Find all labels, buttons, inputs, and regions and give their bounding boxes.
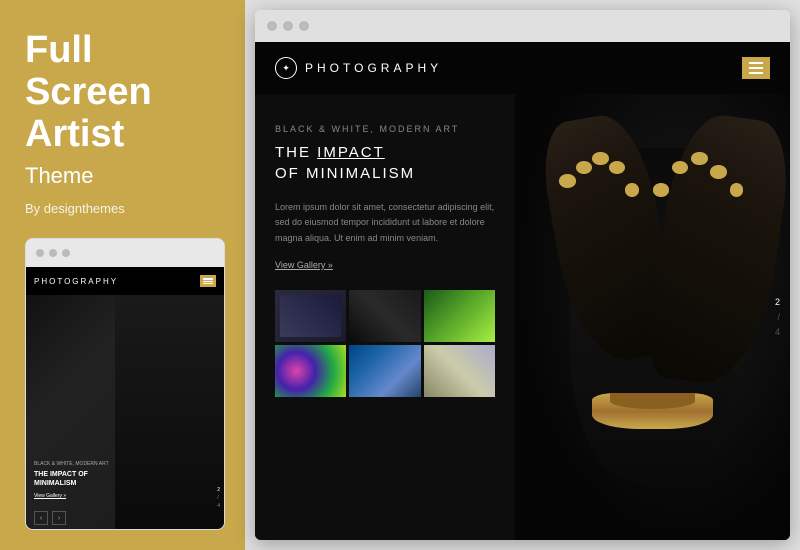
gallery-thumb-2[interactable]: [349, 290, 420, 342]
content-body: Lorem ipsum dolor sit amet, consectetur …: [275, 200, 495, 246]
hamburger-line-1: [749, 62, 763, 64]
gallery-grid: [275, 290, 495, 397]
thumb-content-4: [275, 345, 346, 397]
nail-left-1: [559, 174, 576, 187]
main-browser-body: ✦ PhOTOGRAPHY black & white, modern art: [255, 42, 790, 540]
left-panel: FullScreenArtist Theme By designthemes P…: [0, 0, 245, 550]
mini-browser-preview: PhOTOGRAPHY black & white, modern art TH…: [25, 238, 225, 530]
title-the: THE IMPACT: [275, 144, 385, 161]
mini-page-num-4: 4: [217, 503, 220, 509]
mini-logo: PhOTOGRAPHY: [34, 277, 118, 286]
content-column: black & white, modern art THE IMPACT OF …: [255, 94, 515, 540]
mini-page-num-2: 2: [217, 487, 220, 493]
main-dot-3: [299, 21, 309, 31]
hamburger-icon: [749, 62, 763, 74]
page-4[interactable]: 4: [775, 327, 780, 337]
mini-browser-content: PhOTOGRAPHY black & white, modern art TH…: [26, 267, 224, 529]
gallery-thumb-4[interactable]: [275, 345, 346, 397]
thumb-content-5: [349, 345, 420, 397]
mini-prev-arrow[interactable]: ‹: [34, 511, 48, 525]
hamburger-button[interactable]: [742, 57, 770, 79]
title-rest: OF MINIMALISM: [275, 165, 415, 182]
theme-title: FullScreenArtist: [25, 30, 225, 155]
mini-article-label: black & white, modern art: [34, 461, 115, 467]
site-header: ✦ PhOTOGRAPHY: [255, 42, 790, 94]
mini-page-num-slash: /: [217, 495, 220, 501]
main-browser-bar: [255, 10, 790, 42]
page-slash: /: [777, 312, 780, 322]
gallery-thumb-6[interactable]: [424, 345, 495, 397]
hero-column: 2 / 4: [515, 94, 790, 540]
nail-left-3: [592, 152, 609, 165]
site-main: black & white, modern art THE IMPACT OF …: [255, 94, 790, 540]
thumb-content-1: [275, 290, 346, 342]
theme-subtitle: Theme: [25, 163, 225, 189]
hero-pagination: 2 / 4: [775, 297, 780, 337]
site-logo: ✦ PhOTOGRAPHY: [275, 57, 442, 79]
mini-hamburger-line-3: [203, 283, 213, 285]
nail-right-3: [691, 152, 708, 165]
thumb-content-6: [424, 345, 495, 397]
page-2[interactable]: 2: [775, 297, 780, 307]
nail-left-5: [625, 183, 639, 196]
thumb-content-3: [424, 290, 495, 342]
content-title: THE IMPACT OF MINIMALISM: [275, 142, 495, 184]
hero-bg: 2 / 4: [515, 94, 790, 540]
view-gallery-link[interactable]: View Gallery »: [275, 260, 495, 270]
main-browser: ✦ PhOTOGRAPHY black & white, modern art: [255, 10, 790, 540]
hamburger-line-2: [749, 67, 763, 69]
mini-dot-1: [36, 249, 44, 257]
theme-byline: By designthemes: [25, 201, 225, 216]
mini-hero-image: black & white, modern art THE IMPACT OF …: [26, 295, 224, 529]
content-label: black & white, modern art: [275, 124, 495, 134]
lips-art: [592, 393, 713, 429]
main-dot-2: [283, 21, 293, 31]
mini-dot-2: [49, 249, 57, 257]
nail-right-5: [730, 183, 744, 196]
thumb-content-2: [349, 290, 420, 342]
mini-article-title: THE IMPACT OF MINIMALISM: [34, 470, 115, 488]
mini-view-gallery-link[interactable]: View Gallery »: [34, 493, 115, 499]
figure-art: [515, 94, 790, 540]
mini-dot-3: [62, 249, 70, 257]
gallery-thumb-5[interactable]: [349, 345, 420, 397]
mini-nav-arrows: ‹ ›: [34, 511, 66, 525]
logo-text: PhOTOGRAPHY: [305, 61, 442, 75]
mini-site-header: PhOTOGRAPHY: [26, 267, 224, 295]
nail-right-1: [653, 183, 670, 196]
main-dot-1: [267, 21, 277, 31]
mini-text-overlay: black & white, modern art THE IMPACT OF …: [34, 461, 115, 499]
mini-browser-bar: [26, 239, 224, 267]
mini-hamburger: [200, 275, 216, 287]
gallery-thumb-3[interactable]: [424, 290, 495, 342]
mini-pagination: 2 / 4: [217, 487, 220, 509]
mini-hero: black & white, modern art THE IMPACT OF …: [26, 295, 224, 529]
mini-next-arrow[interactable]: ›: [52, 511, 66, 525]
mini-face-art: [115, 295, 224, 529]
right-panel: ✦ PhOTOGRAPHY black & white, modern art: [245, 0, 800, 550]
gallery-thumb-1[interactable]: [275, 290, 346, 342]
logo-icon: ✦: [275, 57, 297, 79]
nail-right-4: [710, 165, 727, 178]
hamburger-line-3: [749, 72, 763, 74]
